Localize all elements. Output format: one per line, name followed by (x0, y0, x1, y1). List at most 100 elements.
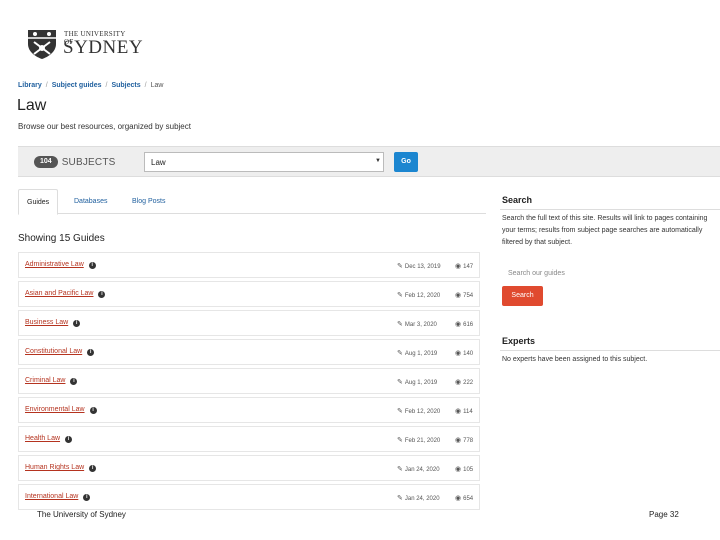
guide-date: Jan 24, 2020 (404, 496, 440, 502)
experts-heading: Experts (502, 336, 536, 346)
guide-updated: ✎ Jan 24, 2020 (397, 465, 440, 473)
guide-title: International Law (25, 493, 79, 500)
guide-row: Constitutional Law i ✎ Aug 1, 2019 ◉ 140 (18, 339, 480, 365)
tab-blog-posts[interactable]: Blog Posts (124, 189, 173, 214)
edit-icon: ✎ (397, 495, 403, 502)
guide-link[interactable]: Human Rights Law i (25, 464, 97, 472)
edit-icon: ✎ (397, 466, 403, 473)
guide-view-count: ◉ 616 (455, 320, 473, 328)
guide-view-count: ◉ 222 (455, 378, 473, 386)
info-icon[interactable]: i (89, 407, 97, 414)
guide-link[interactable]: Environmental Law i (25, 406, 97, 414)
guide-link[interactable]: Business Law i (25, 319, 81, 327)
guide-updated: ✎ Feb 12, 2020 (397, 407, 440, 415)
eye-icon: ◉ (455, 379, 462, 386)
breadcrumb: Library / Subject guides / Subjects / Law (18, 82, 163, 89)
guide-view-count: ◉ 105 (455, 465, 473, 473)
guide-row: Business Law i ✎ Mar 3, 2020 ◉ 616 (18, 310, 480, 336)
info-icon[interactable]: i (70, 378, 78, 385)
guide-views: 778 (463, 438, 474, 444)
breadcrumb-separator: / (105, 82, 108, 89)
guide-view-count: ◉ 654 (455, 494, 473, 502)
guide-title: Asian and Pacific Law (25, 290, 94, 297)
info-icon[interactable]: i (83, 494, 91, 501)
showing-count: Showing 15 Guides (18, 233, 105, 244)
guide-views: 105 (463, 467, 474, 473)
eye-icon: ◉ (455, 437, 462, 444)
guide-row: Criminal Law i ✎ Aug 1, 2019 ◉ 222 (18, 368, 480, 394)
guide-row: Human Rights Law i ✎ Jan 24, 2020 ◉ 105 (18, 455, 480, 481)
guide-date: Aug 1, 2019 (404, 380, 438, 386)
search-input[interactable]: Search our guides (502, 263, 712, 284)
edit-icon: ✎ (397, 321, 403, 328)
guide-updated: ✎ Feb 21, 2020 (397, 436, 440, 444)
divider (500, 209, 720, 210)
logo-line2: SYDNEY (63, 37, 144, 58)
sidebar: Search Search the full text of this site… (500, 0, 720, 540)
info-icon[interactable]: i (89, 465, 97, 472)
guide-title: Business Law (25, 319, 69, 326)
search-button[interactable]: Search (502, 286, 543, 306)
eye-icon: ◉ (455, 495, 462, 502)
eye-icon: ◉ (455, 321, 462, 328)
tab-guides[interactable]: Guides (18, 189, 59, 215)
guide-view-count: ◉ 140 (455, 349, 473, 357)
guide-title: Environmental Law (25, 406, 85, 413)
guide-row: Environmental Law i ✎ Feb 12, 2020 ◉ 114 (18, 397, 480, 423)
guide-updated: ✎ Mar 3, 2020 (397, 320, 437, 328)
guide-link[interactable]: International Law i (25, 493, 91, 501)
edit-icon: ✎ (397, 437, 403, 444)
eye-icon: ◉ (455, 263, 462, 270)
tab-databases[interactable]: Databases (66, 189, 115, 214)
guide-date: Jan 24, 2020 (404, 467, 440, 473)
guide-link[interactable]: Health Law i (25, 435, 73, 443)
guide-date: Dec 13, 2019 (404, 264, 441, 270)
guide-row: International Law i ✎ Jan 24, 2020 ◉ 654 (18, 484, 480, 510)
guide-view-count: ◉ 147 (455, 262, 473, 270)
guide-views: 114 (463, 409, 473, 415)
guide-views: 147 (463, 264, 474, 270)
guide-view-count: ◉ 754 (455, 291, 473, 299)
breadcrumb-subject-guides[interactable]: Subject guides (52, 82, 102, 89)
guide-views: 222 (463, 380, 474, 386)
subject-select[interactable]: Law ▼ (144, 152, 384, 172)
guide-updated: ✎ Jan 24, 2020 (397, 494, 440, 502)
edit-icon: ✎ (397, 263, 403, 270)
guide-title: Health Law (25, 435, 61, 442)
experts-description: No experts have been assigned to this su… (502, 356, 648, 363)
go-button[interactable]: Go (394, 152, 418, 172)
guide-link[interactable]: Constitutional Law i (25, 348, 95, 356)
edit-icon: ✎ (397, 350, 403, 357)
subject-count-badge: 104 (34, 156, 58, 168)
guide-date: Feb 12, 2020 (404, 409, 441, 415)
eye-icon: ◉ (455, 408, 462, 415)
info-icon[interactable]: i (65, 436, 73, 443)
subject-count-label: SUBJECTS (61, 156, 116, 168)
breadcrumb-subjects[interactable]: Subjects (111, 82, 140, 89)
subject-count: 104 SUBJECTS (34, 156, 116, 168)
guide-title: Administrative Law (25, 261, 84, 268)
breadcrumb-library[interactable]: Library (18, 82, 42, 89)
guide-title: Criminal Law (25, 377, 66, 384)
guide-views: 140 (463, 351, 474, 357)
guide-row: Asian and Pacific Law i ✎ Feb 12, 2020 ◉ 75… (18, 281, 480, 307)
guide-date: Feb 12, 2020 (404, 293, 441, 299)
edit-icon: ✎ (397, 379, 403, 386)
info-icon[interactable]: i (98, 291, 106, 298)
info-icon[interactable]: i (88, 262, 96, 269)
guide-link[interactable]: Administrative Law i (25, 261, 96, 269)
edit-icon: ✎ (397, 408, 403, 415)
info-icon[interactable]: i (73, 320, 81, 327)
eye-icon: ◉ (455, 350, 462, 357)
eye-icon: ◉ (455, 292, 462, 299)
guide-link[interactable]: Criminal Law i (25, 377, 78, 385)
university-logo[interactable]: THE UNIVERSITY OF SYDNEY (26, 28, 143, 62)
info-icon[interactable]: i (87, 349, 95, 356)
breadcrumb-current: Law (150, 82, 164, 89)
guide-updated: ✎ Dec 13, 2019 (397, 262, 441, 270)
guide-updated: ✎ Aug 1, 2019 (397, 349, 437, 357)
chevron-down-icon: ▼ (375, 158, 381, 164)
guide-updated: ✎ Aug 1, 2019 (397, 378, 437, 386)
guide-date: Mar 3, 2020 (404, 322, 437, 328)
guide-link[interactable]: Asian and Pacific Law i (25, 290, 106, 298)
